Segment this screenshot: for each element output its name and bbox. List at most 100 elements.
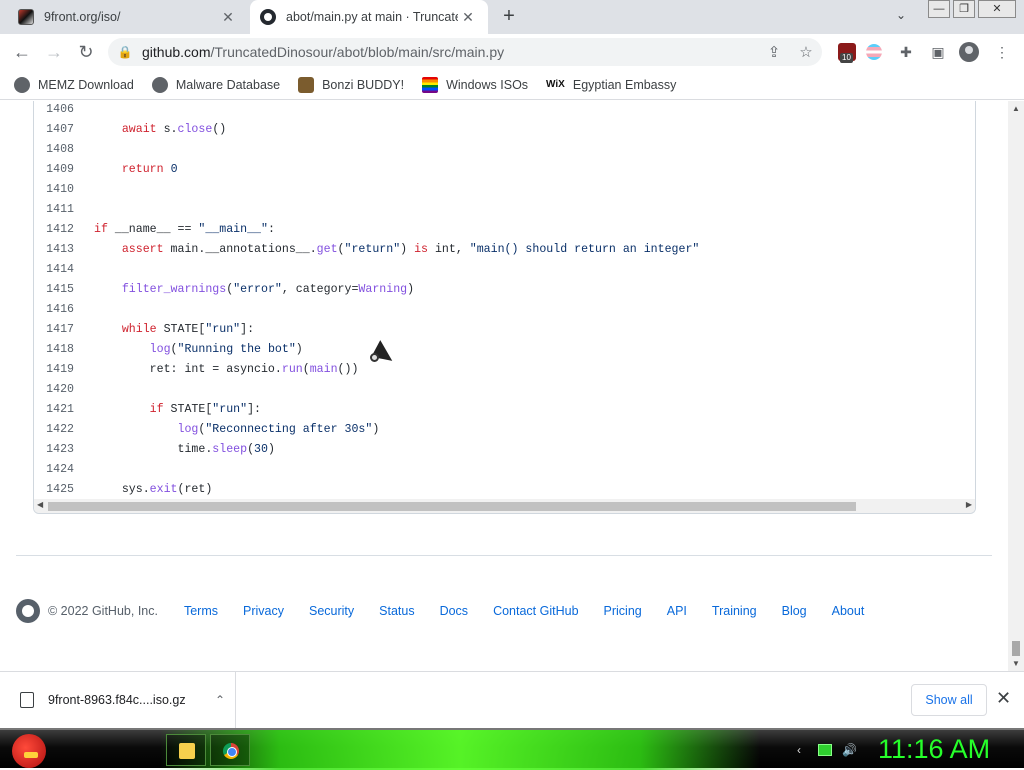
tab-search-chevron-icon[interactable]: ⌄ bbox=[896, 8, 906, 22]
line-number[interactable]: 1407 bbox=[34, 120, 74, 140]
close-tab-icon[interactable]: ✕ bbox=[218, 9, 238, 26]
show-all-button[interactable]: Show all bbox=[911, 684, 987, 716]
code-line: 1414 bbox=[34, 260, 975, 280]
code-line: 1423 time.sleep(30) bbox=[34, 440, 975, 460]
taskbar-chrome[interactable] bbox=[210, 734, 250, 766]
line-number[interactable]: 1419 bbox=[34, 360, 74, 380]
line-number[interactable]: 1417 bbox=[34, 320, 74, 340]
footer-link-security[interactable]: Security bbox=[309, 604, 354, 618]
line-number[interactable]: 1408 bbox=[34, 140, 74, 160]
line-number[interactable]: 1424 bbox=[34, 460, 74, 480]
back-arrow-icon[interactable]: ← bbox=[10, 41, 34, 63]
footer-link-docs[interactable]: Docs bbox=[440, 604, 468, 618]
line-number[interactable]: 1414 bbox=[34, 260, 74, 280]
close-download-bar-icon[interactable]: ✕ bbox=[996, 688, 1011, 709]
line-number[interactable]: 1406 bbox=[34, 101, 74, 120]
code-text: ret: int = asyncio.run(main()) bbox=[94, 363, 359, 376]
tab-title: 9front.org/iso/ bbox=[44, 10, 121, 24]
code-line: 1412 if __name__ == "__main__": bbox=[34, 220, 975, 240]
globe-icon bbox=[151, 76, 168, 93]
close-tab-icon[interactable]: ✕ bbox=[458, 9, 478, 26]
bookmark-malware-database[interactable]: Malware Database bbox=[151, 76, 280, 93]
code-line: 1422 log("Reconnecting after 30s") bbox=[34, 420, 975, 440]
code-text: filter_warnings("error", category=Warnin… bbox=[121, 283, 415, 296]
extension-flag-icon[interactable] bbox=[866, 44, 882, 60]
footer-link-pricing[interactable]: Pricing bbox=[604, 604, 642, 618]
wix-icon: WiX bbox=[546, 79, 565, 90]
tray-show-hidden-icon[interactable]: ‹ bbox=[792, 744, 806, 756]
github-favicon-icon bbox=[260, 9, 276, 25]
horizontal-scrollbar[interactable]: ◀ ▶ bbox=[34, 499, 975, 513]
bookmark-bonzi-buddy[interactable]: Bonzi BUDDY! bbox=[298, 76, 404, 93]
extensions-puzzle-icon[interactable]: ✚ bbox=[897, 43, 915, 61]
bookmark-egyptian-embassy[interactable]: WiX Egyptian Embassy bbox=[546, 78, 676, 92]
line-number[interactable]: 1420 bbox=[34, 380, 74, 400]
line-number[interactable]: 1412 bbox=[34, 220, 74, 240]
scroll-down-arrow-icon[interactable]: ▼ bbox=[1012, 659, 1020, 668]
scrollbar-thumb[interactable] bbox=[1012, 641, 1020, 656]
code-line: 1406 bbox=[34, 101, 975, 120]
address-bar[interactable]: 🔒 github.com/TruncatedDinosour/abot/blob… bbox=[108, 38, 822, 66]
network-icon[interactable] bbox=[818, 744, 832, 756]
file-icon bbox=[20, 692, 34, 708]
chevron-up-icon[interactable]: ⌃ bbox=[205, 693, 235, 707]
footer-link-about[interactable]: About bbox=[832, 604, 865, 618]
footer-link-contact[interactable]: Contact GitHub bbox=[493, 604, 578, 618]
new-tab-button[interactable]: + bbox=[498, 6, 520, 28]
bookmark-windows-isos[interactable]: Windows ISOs bbox=[422, 76, 528, 93]
minimize-window-button[interactable]: — bbox=[928, 0, 950, 18]
footer-link-terms[interactable]: Terms bbox=[184, 604, 218, 618]
github-logo-icon[interactable] bbox=[16, 599, 40, 623]
footer-link-training[interactable]: Training bbox=[712, 604, 757, 618]
code-line: 1416 bbox=[34, 300, 975, 320]
bookmark-star-icon[interactable]: ☆ bbox=[790, 43, 822, 61]
line-number[interactable]: 1425 bbox=[34, 480, 74, 500]
bonzi-icon bbox=[298, 76, 315, 93]
footer-link-blog[interactable]: Blog bbox=[782, 604, 807, 618]
line-number[interactable]: 1415 bbox=[34, 280, 74, 300]
line-number[interactable]: 1413 bbox=[34, 240, 74, 260]
line-number[interactable]: 1421 bbox=[34, 400, 74, 420]
scroll-up-arrow-icon[interactable]: ▲ bbox=[1012, 104, 1020, 113]
footer-link-privacy[interactable]: Privacy bbox=[243, 604, 284, 618]
copyright-text: © 2022 GitHub, Inc. bbox=[48, 604, 158, 618]
volume-icon[interactable]: 🔊 bbox=[842, 744, 857, 756]
line-number[interactable]: 1422 bbox=[34, 420, 74, 440]
profile-avatar[interactable] bbox=[959, 42, 979, 62]
vertical-scrollbar[interactable]: ▲ ▼ bbox=[1008, 101, 1024, 671]
footer-link-api[interactable]: API bbox=[667, 604, 687, 618]
forward-arrow-icon[interactable]: → bbox=[42, 41, 66, 63]
close-window-button[interactable]: ✕ bbox=[978, 0, 1016, 18]
restore-window-button[interactable]: ❐ bbox=[953, 0, 975, 18]
scrollbar-thumb[interactable] bbox=[48, 502, 856, 511]
download-filename[interactable]: 9front-8963.f84c....iso.gz bbox=[48, 693, 205, 707]
share-icon[interactable]: ⇪ bbox=[758, 43, 790, 61]
reload-icon[interactable]: ↻ bbox=[74, 41, 98, 63]
line-number[interactable]: 1418 bbox=[34, 340, 74, 360]
windows-flag-icon bbox=[422, 76, 439, 93]
code-line: 1410 bbox=[34, 180, 975, 200]
footer-link-status[interactable]: Status bbox=[379, 604, 414, 618]
menu-kebab-icon[interactable]: ⋮ bbox=[993, 43, 1011, 61]
download-item[interactable]: 9front-8963.f84c....iso.gz ⌃ bbox=[0, 672, 236, 728]
scroll-left-arrow-icon[interactable]: ◀ bbox=[37, 500, 43, 509]
lock-icon[interactable]: 🔒 bbox=[108, 45, 142, 59]
start-button[interactable] bbox=[4, 730, 48, 770]
tab-9front[interactable]: 9front.org/iso/ ✕ bbox=[8, 0, 248, 34]
taskbar-clock[interactable]: 11:16 AM bbox=[878, 734, 990, 765]
taskbar-explorer[interactable] bbox=[166, 734, 206, 766]
globe-icon bbox=[14, 76, 30, 93]
line-number[interactable]: 1409 bbox=[34, 160, 74, 180]
code-text: log("Running the bot") bbox=[149, 343, 303, 356]
scroll-right-arrow-icon[interactable]: ▶ bbox=[966, 500, 972, 509]
line-number[interactable]: 1411 bbox=[34, 200, 74, 220]
line-number[interactable]: 1416 bbox=[34, 300, 74, 320]
url-text[interactable]: github.com/TruncatedDinosour/abot/blob/m… bbox=[142, 44, 758, 60]
line-number[interactable]: 1423 bbox=[34, 440, 74, 460]
bookmark-memz[interactable]: MEMZ Download bbox=[14, 76, 134, 93]
extension-shield-icon[interactable]: 10 bbox=[838, 43, 856, 63]
line-number[interactable]: 1410 bbox=[34, 180, 74, 200]
tab-github[interactable]: abot/main.py at main · TruncatedDinosour… bbox=[250, 0, 488, 34]
side-panel-icon[interactable]: ▣ bbox=[929, 43, 947, 61]
chrome-icon bbox=[223, 743, 239, 759]
